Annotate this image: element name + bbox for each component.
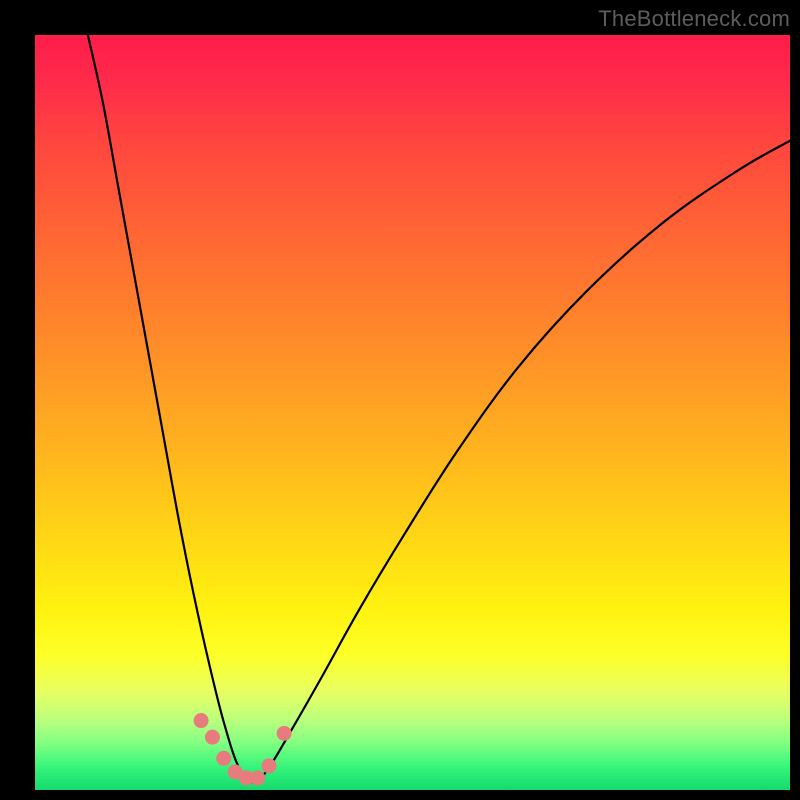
trough-marker — [262, 758, 277, 773]
curve-svg — [35, 35, 790, 790]
watermark-text: TheBottleneck.com — [598, 6, 790, 32]
plot-area — [35, 35, 790, 790]
chart-frame: TheBottleneck.com — [0, 0, 800, 800]
trough-marker — [277, 726, 292, 741]
trough-marker — [250, 770, 265, 785]
trough-marker — [194, 713, 209, 728]
bottleneck-curve — [88, 35, 790, 782]
trough-marker — [216, 751, 231, 766]
trough-markers — [194, 713, 292, 785]
trough-marker — [205, 730, 220, 745]
